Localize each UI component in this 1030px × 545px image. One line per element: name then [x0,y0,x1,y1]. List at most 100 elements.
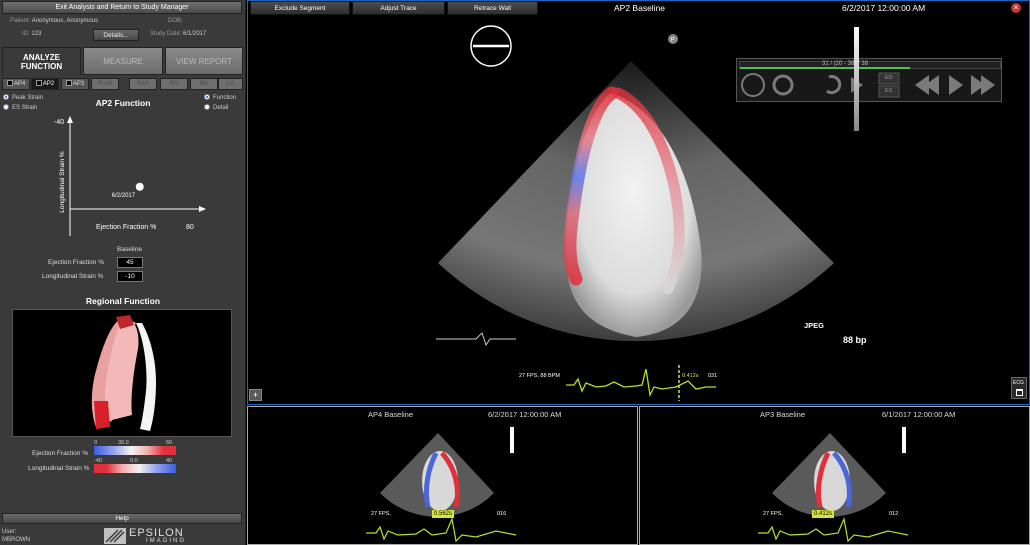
thumb-slider[interactable] [902,427,906,453]
ecg-time: 0.412s [682,373,699,379]
play-icon[interactable] [949,75,963,95]
thumb-title: AP3 Baseline [760,410,806,419]
ls-value: -10 [117,271,143,282]
checkbox-icon[interactable] [6,80,13,86]
x-axis-arrow-icon [199,206,206,212]
user-label: User: [2,529,17,535]
y-tick-label: -40 [54,119,64,126]
ap4-thumbnail-view[interactable]: AP4 Baseline 6/2/2017 12:00:00 AM 27 FPS… [247,406,638,545]
id-label: ID: [22,31,30,37]
tab-measure[interactable]: MEASURE [83,47,163,75]
main-echo-view[interactable]: Exclude Segment Adjust Trace Retrace Wal… [247,0,1030,405]
legend-ef-tick: 0 [94,440,98,446]
tab-view-report[interactable]: VIEW REPORT [165,47,243,75]
retrace-wall-button[interactable]: Retrace Wall [447,1,538,15]
epsilon-logo: EPSILON IMAGING [104,527,214,545]
echo-ecg-trace [436,332,516,347]
ls-colorbar [94,464,176,473]
function-scatter-chart: -40 80 Ejection Fraction % Longitudinal … [54,116,206,236]
view-tab-plax: PLAX [91,78,119,90]
thumb-title: AP4 Baseline [368,410,414,419]
view-tab-label: LA [226,81,235,87]
y-axis-label: Longitudinal Strain % [59,151,66,213]
view-tab-ap3[interactable]: AP3 [61,78,89,90]
record-loop-icon[interactable] [741,73,765,97]
thumb-ecg-waveform [758,517,908,543]
thumb-echo-image [772,433,886,517]
view-tab-la: LA [218,78,243,90]
view-tab-sax: SAX [129,78,157,90]
study-date-field: Study Date: 6/1/2017 [150,31,206,37]
adjust-trace-button[interactable]: Adjust Trace [352,1,445,15]
ls-label: Longitudinal Strain % [42,273,104,280]
view-tab-label: RV [169,81,179,87]
depth-slider[interactable] [854,27,859,131]
left-panel: Exit Analysis and Return to Study Manage… [0,0,246,545]
regional-title: Regional Function [85,296,161,306]
details-button[interactable]: Details... [93,29,139,41]
frame-progress-fill [740,67,910,69]
patient-name: Anonymous, Anonymous [31,18,99,24]
cine-buttons [741,72,995,98]
study-date-label: Study Date: [150,31,182,37]
y-axis-arrow-icon [67,116,73,123]
checkbox-icon[interactable] [35,80,42,86]
legend-ls-label: Longitudinal Strain % [28,465,90,472]
frame-progress-track[interactable]: 31 / (20 - 38) / 38 [739,61,1001,69]
patient-info: Patient: Anonymous, Anonymous [10,18,98,24]
scatter-point-label: 6/2/2017 [112,193,136,199]
ap3-thumbnail-view[interactable]: AP3 Baseline 6/1/2017 12:00:00 AM 27 FPS… [639,406,1030,545]
ef-colorbar [94,446,176,455]
user-value: MBROWN [2,537,30,543]
ecg-frame: 031 [708,373,718,379]
view-title: AP2 Baseline [614,3,666,13]
loop-icon[interactable] [826,75,842,95]
logo-subtext: IMAGING [146,538,187,544]
view-tab-ap4[interactable]: AP4 [2,78,30,90]
view-tab-ap2[interactable]: AP2 [31,78,59,90]
view-tab-label: AP2 [42,81,55,87]
ecg-toggle[interactable]: ECG [1011,377,1027,399]
ecg-toggle-label: ECG [1013,380,1024,386]
view-tab-ra: RA [190,78,218,90]
lock-icon [1016,389,1023,396]
exclude-segment-button[interactable]: Exclude Segment [250,1,350,15]
logo-mark-icon [104,528,126,544]
view-datetime: 6/2/2017 12:00:00 AM [842,3,926,13]
tab-analyze-function[interactable]: ANALYZE FUNCTION [2,47,81,75]
help-button[interactable]: Help [2,513,242,524]
fast-forward-icon[interactable] [981,75,995,95]
thumb-datetime: 6/2/2017 12:00:00 AM [488,410,562,419]
study-date-value: 6/1/2017 [183,31,207,37]
cine-control-panel[interactable]: 31 / (20 - 38) / 38 ED ES [736,58,1002,102]
close-icon[interactable]: × [1011,3,1021,13]
jpeg-label: JPEG [804,321,825,330]
legend-ls-tick: -40 [94,458,102,464]
view-tab-label: AP3 [72,81,85,87]
add-view-button[interactable]: + [249,389,262,401]
view-tab-label: RA [199,81,209,87]
ecg-strip[interactable] [566,365,716,401]
user-info: User: MBROWN [2,528,30,544]
ef-value: 45 [117,257,143,268]
x-tick-label: 80 [186,224,194,231]
view-tab-label: SAX [136,81,149,87]
id-field: ID: 123 [22,31,41,37]
frame-counter: 31 / (20 - 38) / 38 [822,61,869,67]
ef-label: Ejection Fraction % [48,259,104,266]
thumb-echo-image [380,433,494,517]
scatter-point [135,182,144,191]
x-axis-label: Ejection Fraction % [96,224,156,231]
checkbox-icon[interactable] [65,80,72,86]
thumb-datetime: 6/1/2017 12:00:00 AM [882,410,956,419]
exit-analysis-button[interactable]: Exit Analysis and Return to Study Manage… [2,1,242,14]
tab-analyze-function-label: ANALYZE FUNCTION [20,52,63,71]
baseline-header: Baseline [117,246,142,253]
ecg-fps-label: 27 FPS, 88 BPM [519,373,560,379]
es-label: ES [885,88,893,94]
lv-base-segment [94,401,110,429]
refresh-icon[interactable] [772,74,794,96]
view-tab-label: AP4 [13,81,26,87]
thumb-slider[interactable] [510,427,514,453]
legend-ef-label: Ejection Fraction % [32,450,88,457]
